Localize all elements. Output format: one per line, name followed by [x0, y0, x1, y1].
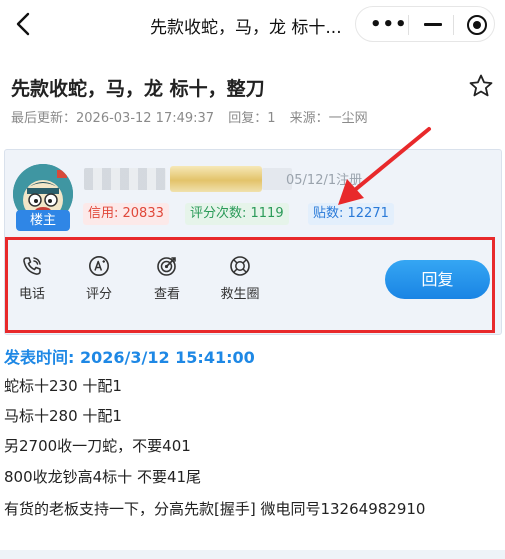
action-label: 查看 — [153, 287, 180, 302]
star-outline-icon[interactable] — [468, 73, 494, 99]
mini-program-capsule: ••• — [355, 6, 495, 42]
post-count-stat: 贴数: 12271 — [308, 203, 394, 225]
action-label: 电话 — [18, 287, 45, 302]
rating-count-stat: 评分次数: 1119 — [185, 203, 289, 225]
more-dots-icon[interactable]: ••• — [370, 16, 408, 34]
phone-icon — [21, 255, 43, 277]
chevron-left-icon[interactable] — [10, 10, 38, 38]
content-line: 另2700收一刀蛇，不要401 — [4, 437, 191, 455]
minimize-icon[interactable] — [424, 23, 442, 26]
lifebuoy-icon — [229, 255, 251, 277]
content-line: 800收龙钞高4标十 不要41尾 — [4, 468, 202, 486]
action-label: 救生圈 — [220, 287, 260, 302]
credit-stat: 信用: 20833 — [83, 203, 169, 225]
action-view[interactable]: 查看 — [142, 255, 192, 302]
nav-title: 先款收蛇，马，龙 标十... — [150, 18, 342, 38]
capsule-divider — [453, 15, 454, 35]
source: 来源：一尘网 — [289, 111, 368, 126]
posted-time: 发表时间: 2026/3/12 15:41:00 — [4, 348, 255, 367]
capsule-divider — [408, 15, 409, 35]
next-card-edge — [0, 550, 505, 559]
post-title: 先款收蛇，马，龙 标十，整刀 — [11, 78, 265, 100]
action-label: 评分 — [85, 287, 112, 302]
host-badge: 楼主 — [16, 210, 70, 231]
content-line: 马标十280 十配1 — [4, 407, 122, 425]
register-date: 05/12/1注册 — [286, 173, 363, 188]
reply-count: 回复：1 — [228, 111, 276, 126]
content-line: 蛇标十230 十配1 — [4, 377, 122, 395]
top-navbar: 先款收蛇，马，龙 标十... ••• — [0, 0, 505, 50]
action-lifebuoy[interactable]: 救生圈 — [215, 255, 265, 302]
reply-button[interactable]: 回复 — [385, 260, 490, 299]
target-close-icon[interactable] — [467, 15, 487, 35]
target-view-icon — [156, 255, 178, 277]
action-phone[interactable]: 电话 — [7, 255, 57, 302]
last-updated: 最后更新：2026-03-12 17:49:37 — [11, 111, 215, 126]
rate-icon — [88, 255, 110, 277]
content-line: 有货的老板支持一下，分高先款[握手] 微电同号13264982910 — [4, 500, 426, 518]
blurred-user-tag — [170, 166, 262, 192]
blurred-username — [84, 168, 166, 190]
action-rate[interactable]: 评分 — [74, 255, 124, 302]
post-meta: 最后更新：2026-03-12 17:49:37 回复：1 来源：一尘网 — [11, 107, 378, 126]
